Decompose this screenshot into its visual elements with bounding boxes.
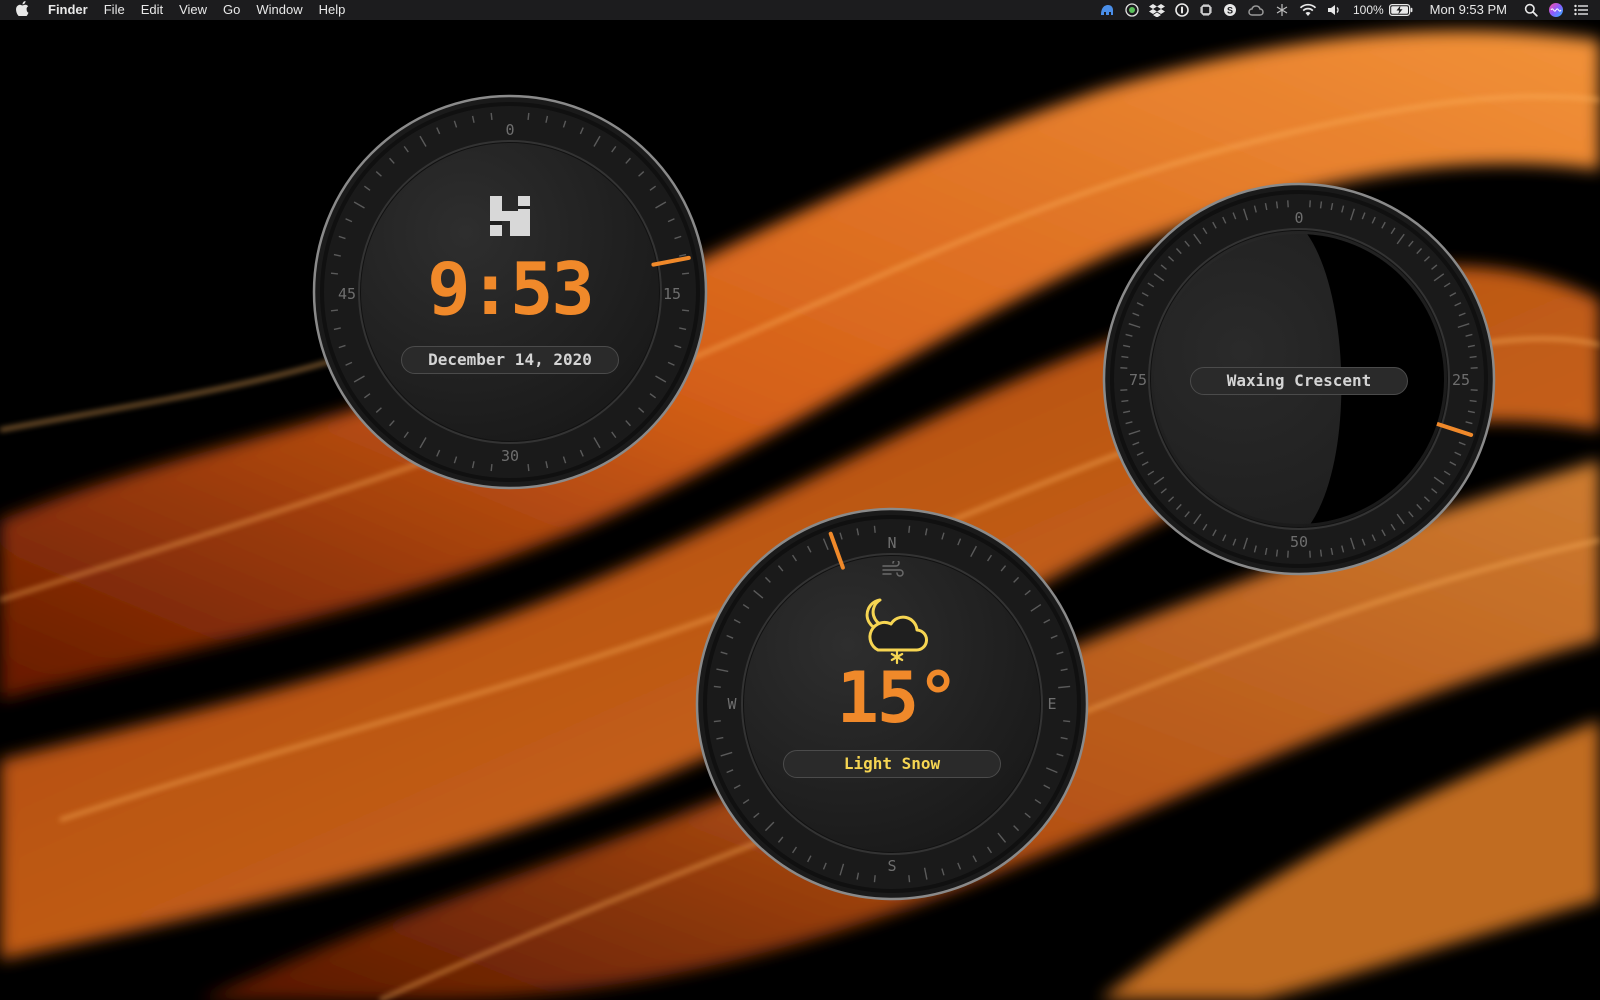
wind-icon [881, 559, 905, 582]
apple-icon[interactable] [0, 1, 44, 19]
menu-edit[interactable]: Edit [133, 0, 171, 20]
h-logo-icon [488, 194, 532, 243]
dropbox-icon[interactable] [1144, 3, 1170, 17]
siri-icon[interactable] [1543, 2, 1569, 18]
clock-dial-label-45: 45 [337, 285, 357, 303]
compass-label-e: E [1047, 695, 1057, 713]
creative-cloud-icon[interactable] [1242, 3, 1270, 17]
compass-label-w: W [727, 695, 737, 713]
battery-icon[interactable] [1388, 4, 1418, 16]
menu-file[interactable]: File [96, 0, 133, 20]
moon-phase-widget[interactable]: Waxing Crescent 0 25 50 75 [1101, 181, 1497, 577]
clock-date-pill: December 14, 2020 [401, 346, 619, 374]
menu-window[interactable]: Window [248, 0, 310, 20]
clock-dial-label-15: 15 [662, 285, 682, 303]
volume-icon[interactable] [1322, 3, 1348, 17]
moon-dial-label-75: 75 [1128, 371, 1148, 389]
app-menu-finder[interactable]: Finder [44, 0, 96, 20]
moon-dial-label-25: 25 [1451, 371, 1471, 389]
svg-text:S: S [1227, 6, 1233, 16]
menu-help[interactable]: Help [311, 0, 354, 20]
compass-label-n: N [887, 534, 897, 552]
clock-dial-label-30: 30 [500, 447, 520, 465]
weather-temperature: 15° [836, 657, 959, 739]
moon-dial-label-0: 0 [1294, 209, 1304, 227]
skype-icon[interactable]: S [1218, 3, 1242, 17]
weather-widget[interactable]: 15° Light Snow N E S W [694, 506, 1090, 902]
search-icon[interactable] [1519, 3, 1543, 17]
moon-phase-pill: Waxing Crescent [1190, 367, 1408, 395]
istat-icon[interactable] [1120, 3, 1144, 17]
menu-clock[interactable]: Mon 9:53 PM [1418, 0, 1519, 20]
weather-condition-pill: Light Snow [783, 750, 1001, 778]
moon-dial-label-50: 50 [1289, 533, 1309, 551]
1password-icon[interactable] [1170, 3, 1194, 17]
wifi-icon[interactable] [1294, 3, 1322, 17]
clock-time: 9:53 [427, 247, 594, 331]
clock-widget[interactable]: 9:53 December 14, 2020 0 15 30 45 [311, 93, 709, 491]
bartender-icon[interactable] [1270, 3, 1294, 17]
tunnelblick-icon[interactable] [1094, 3, 1120, 17]
compass-label-s: S [887, 857, 897, 875]
control-center-icon[interactable] [1569, 4, 1600, 16]
menu-go[interactable]: Go [215, 0, 248, 20]
menu-view[interactable]: View [171, 0, 215, 20]
menu-bar: Finder File Edit View Go Window Help S 1… [0, 0, 1600, 20]
cpu-icon[interactable] [1194, 3, 1218, 17]
battery-percent[interactable]: 100% [1348, 0, 1389, 20]
clock-dial-label-0: 0 [505, 121, 515, 139]
